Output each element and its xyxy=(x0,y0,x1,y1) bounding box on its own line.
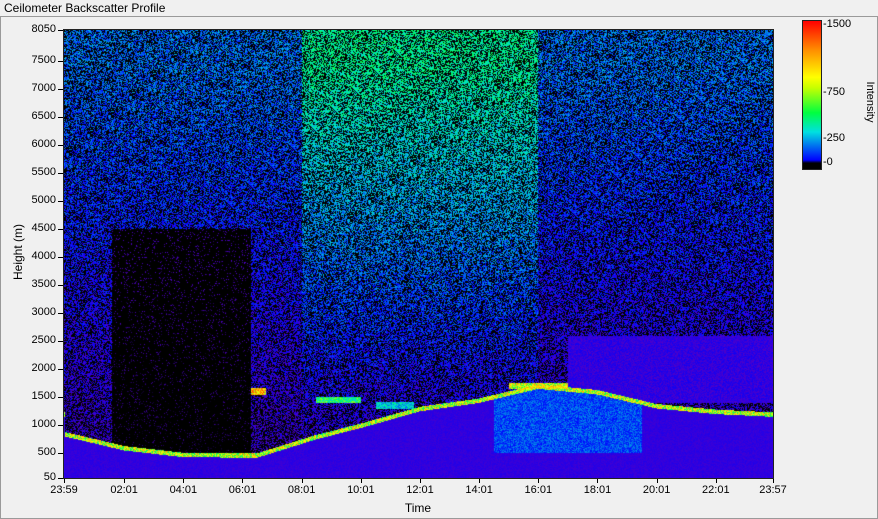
y-tick-mark xyxy=(58,396,63,398)
y-tick-label: 8050 xyxy=(31,23,56,35)
x-tick-mark xyxy=(242,479,244,483)
x-tick-label: 23:59 xyxy=(50,484,78,496)
x-tick-label: 12:01 xyxy=(406,484,434,496)
y-tick-mark xyxy=(58,144,63,146)
y-tick-mark xyxy=(58,88,63,90)
y-tick-label: 5500 xyxy=(31,165,56,178)
y-tick-mark xyxy=(58,452,63,454)
y-tick-mark xyxy=(58,284,63,286)
colorbar-tick-label: -0 xyxy=(823,156,833,168)
x-tick-label: 22:01 xyxy=(702,484,730,496)
x-tick-mark xyxy=(124,479,126,483)
heatmap-plot-area[interactable] xyxy=(63,29,774,479)
x-tick-label: 14:01 xyxy=(465,484,493,496)
window-title: Ceilometer Backscatter Profile xyxy=(4,1,166,15)
x-tick-label: 23:57 xyxy=(759,484,787,496)
x-tick-label: 02:01 xyxy=(110,484,138,496)
x-tick-label: 06:01 xyxy=(228,484,257,496)
x-tick-mark xyxy=(64,479,65,483)
y-tick-mark xyxy=(58,30,63,31)
y-tick-mark xyxy=(58,116,63,118)
x-tick-mark xyxy=(301,479,303,483)
colorbar-tick-label: -1500 xyxy=(823,18,852,30)
y-tick-mark xyxy=(58,256,63,258)
x-tick-label: 20:01 xyxy=(642,484,671,496)
y-tick-label: 5000 xyxy=(31,193,56,206)
y-tick-label: 500 xyxy=(37,445,56,458)
y-tick-label: 3000 xyxy=(31,305,56,318)
x-tick-mark xyxy=(419,479,421,483)
y-tick-label: 2000 xyxy=(31,361,56,374)
x-tick-mark xyxy=(479,479,481,483)
x-tick-label: 18:01 xyxy=(583,484,612,496)
y-tick-mark xyxy=(58,172,63,174)
x-axis-label: Time xyxy=(404,501,432,515)
colorbar-label: Intensity xyxy=(864,81,876,123)
y-tick-label: 7000 xyxy=(31,81,56,94)
x-tick-label: 04:01 xyxy=(169,484,198,496)
x-tick-label: 08:01 xyxy=(287,484,316,496)
y-tick-mark xyxy=(58,60,63,62)
y-tick-label: 50 xyxy=(43,471,56,483)
intensity-colorbar xyxy=(802,20,822,170)
y-tick-label: 6500 xyxy=(31,109,56,122)
x-tick-label: 16:01 xyxy=(524,484,553,496)
backscatter-heatmap xyxy=(64,30,773,478)
y-tick-label: 1000 xyxy=(31,417,56,430)
y-tick-mark xyxy=(58,228,63,230)
y-tick-label: 6000 xyxy=(31,137,56,150)
colorbar-tick-label: -250 xyxy=(823,132,846,144)
x-tick-mark xyxy=(183,479,185,483)
y-tick-mark xyxy=(58,312,63,314)
y-tick-label: 7500 xyxy=(31,53,56,66)
y-tick-mark xyxy=(58,368,63,370)
x-tick-mark xyxy=(597,479,599,483)
y-tick-label: 3500 xyxy=(31,277,56,290)
y-tick-label: 4000 xyxy=(31,249,56,262)
y-tick-mark xyxy=(58,200,63,202)
y-tick-mark xyxy=(58,424,63,426)
colorbar-tick-label: -750 xyxy=(823,86,846,98)
y-tick-label: 1500 xyxy=(31,389,56,402)
x-tick-mark xyxy=(773,479,774,483)
y-tick-label: 2500 xyxy=(31,333,56,346)
x-tick-mark xyxy=(656,479,658,483)
y-tick-mark xyxy=(58,478,63,479)
x-tick-label: 10:01 xyxy=(347,484,375,496)
x-tick-mark xyxy=(715,479,717,483)
x-tick-mark xyxy=(360,479,362,483)
x-tick-mark xyxy=(538,479,540,483)
y-tick-label: 4500 xyxy=(31,221,56,234)
y-tick-mark xyxy=(58,340,63,342)
